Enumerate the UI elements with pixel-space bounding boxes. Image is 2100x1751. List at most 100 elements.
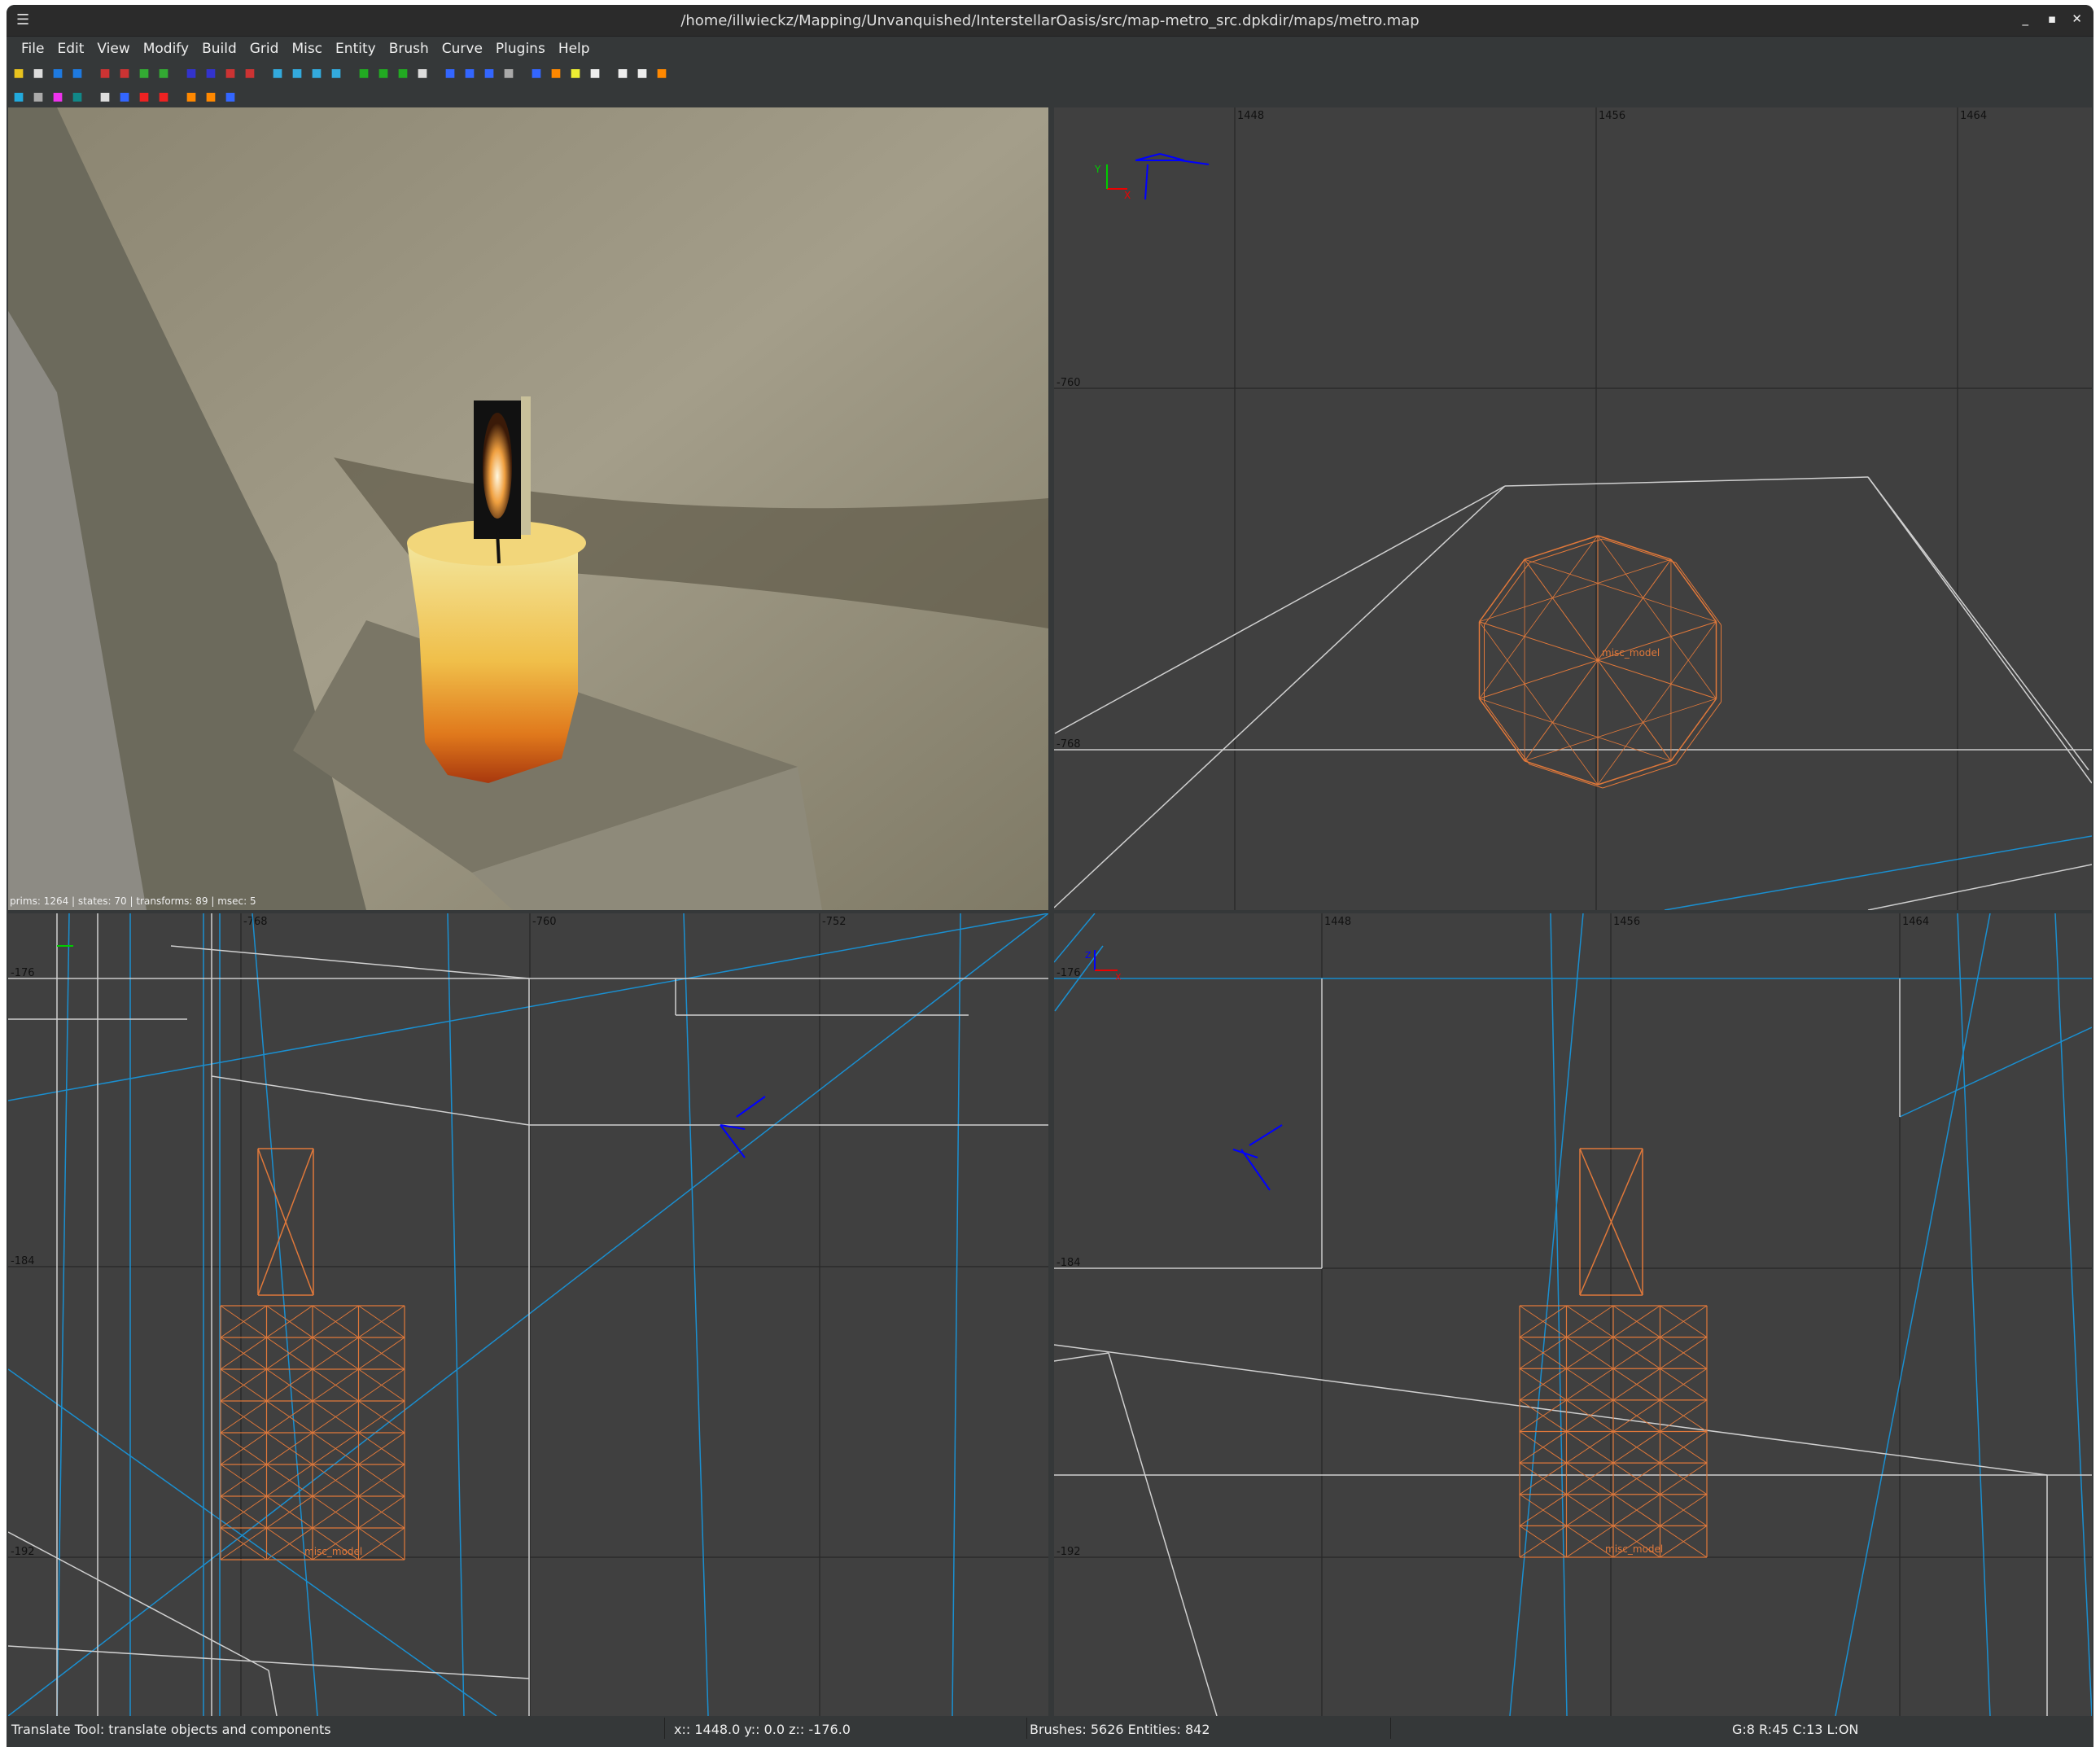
rotate-x-icon[interactable]: ■ <box>117 66 132 81</box>
patch-inspector-icon[interactable]: ■ <box>588 66 602 81</box>
surface-inspector-icon[interactable]: ■ <box>615 66 630 81</box>
texture-browser-icon[interactable]: ■ <box>635 66 650 81</box>
menu-curve[interactable]: Curve <box>435 41 489 57</box>
translate-icon[interactable]: ■ <box>443 66 457 81</box>
status-counts: Brushes: 5626 Entities: 842 <box>1030 1722 1210 1737</box>
menu-file[interactable]: File <box>15 41 50 57</box>
resize-icon[interactable]: ■ <box>501 66 516 81</box>
yz-side-drawing: -768 -760 -752 -176 -184 -192 misc_model <box>8 913 1048 1716</box>
rotate-z-icon[interactable]: ■ <box>203 66 218 81</box>
x-tick-label: 1456 <box>1613 916 1640 928</box>
region-icon[interactable]: ■ <box>223 90 238 104</box>
entity-list-icon[interactable]: ■ <box>117 90 132 104</box>
filter-icon[interactable]: ■ <box>11 90 26 104</box>
camera-marker-icon <box>1179 160 1210 165</box>
menu-view[interactable]: View <box>90 41 136 57</box>
brush-cone-icon[interactable]: ■ <box>376 66 391 81</box>
flip-x-icon[interactable]: ■ <box>98 66 112 81</box>
wire-edge <box>1675 701 1722 765</box>
csg-subtract-icon[interactable]: ■ <box>243 66 257 81</box>
camera-icon[interactable]: ■ <box>415 66 430 81</box>
menu-entity[interactable]: Entity <box>329 41 383 57</box>
close-icon[interactable]: ✕ <box>2072 11 2082 26</box>
wire-edge <box>1484 701 1530 765</box>
select-touching-icon[interactable]: ■ <box>290 66 304 81</box>
status-tool: Translate Tool: translate objects and co… <box>11 1722 331 1737</box>
menu-grid[interactable]: Grid <box>243 41 286 57</box>
camera-view-icon[interactable]: ■ <box>98 90 112 104</box>
brush-prism-icon[interactable]: ■ <box>357 66 371 81</box>
camera-scene <box>8 107 1048 910</box>
mirror-icon[interactable]: ■ <box>137 90 151 104</box>
diamond-icon[interactable]: ■ <box>156 90 171 104</box>
rotate-icon[interactable]: ■ <box>462 66 477 81</box>
wire-edge <box>1524 698 1717 762</box>
scale-icon[interactable]: ■ <box>482 66 497 81</box>
status-divider <box>1390 1718 1391 1739</box>
brush-sphere-icon[interactable]: ■ <box>396 66 410 81</box>
menu-build[interactable]: Build <box>195 41 243 57</box>
select-inside-icon[interactable]: ■ <box>270 66 285 81</box>
circle-icon[interactable]: ■ <box>31 90 46 104</box>
menu-modify[interactable]: Modify <box>137 41 195 57</box>
xz-front-drawing: 1448 1456 1464 -176 -184 -192 misc_model Z X <box>1054 913 2092 1716</box>
camera-viewport[interactable]: prims: 1264 | states: 70 | transforms: 8… <box>8 107 1048 910</box>
x-tick-label: 1464 <box>1960 110 1987 122</box>
menu-plugins[interactable]: Plugins <box>489 41 552 57</box>
csg-hollow-icon[interactable]: ■ <box>223 66 238 81</box>
brush-edge <box>170 945 530 979</box>
axis-label-x: X <box>1115 972 1122 983</box>
flip-z-icon[interactable]: ■ <box>184 66 199 81</box>
brush-edge <box>252 913 318 1716</box>
menu-misc[interactable]: Misc <box>285 41 329 57</box>
shader-icon[interactable]: ■ <box>50 90 65 104</box>
undo-icon[interactable]: ■ <box>50 66 65 81</box>
x-tick-label: 1464 <box>1902 916 1929 928</box>
status-coords: x:: 1448.0 y:: 0.0 z:: -176.0 <box>674 1722 851 1737</box>
flip-y-icon[interactable]: ■ <box>137 66 151 81</box>
minimize-icon[interactable]: _ <box>2023 11 2029 26</box>
wire-edge <box>1524 535 1599 560</box>
wire-edge <box>1670 698 1717 762</box>
clipper-icon[interactable]: ■ <box>529 66 544 81</box>
menu-brush[interactable]: Brush <box>383 41 435 57</box>
x-tick-label: -760 <box>532 916 557 928</box>
texture-lock-icon[interactable]: ■ <box>568 66 583 81</box>
brush-edge <box>8 913 1048 1716</box>
menu-edit[interactable]: Edit <box>50 41 90 57</box>
brush-edge <box>1957 913 1991 1716</box>
entity-icon[interactable]: ■ <box>549 66 563 81</box>
brush-edge <box>1054 1344 2048 1476</box>
redo-icon[interactable]: ■ <box>70 66 85 81</box>
y-tick-label: -176 <box>11 967 35 979</box>
tree-icon[interactable]: ■ <box>70 90 85 104</box>
yz-side-viewport[interactable]: -768 -760 -752 -176 -184 -192 misc_model <box>8 913 1048 1716</box>
refresh-icon[interactable]: ■ <box>654 66 669 81</box>
flame-icon <box>483 413 512 519</box>
toolbar-secondary: ■ ■ ■ ■ ■ ■ ■ ■ ■ ■ ■ <box>11 85 238 108</box>
xz-front-viewport[interactable]: 1448 1456 1464 -176 -184 -192 misc_model Z X <box>1054 913 2092 1716</box>
entity-label: misc_model <box>1605 1543 1663 1555</box>
save-icon[interactable]: ■ <box>31 66 46 81</box>
camera-marker-icon <box>1240 1149 1271 1191</box>
wire-edge <box>1597 558 1672 661</box>
select-complete-icon[interactable]: ■ <box>329 66 343 81</box>
maximize-icon[interactable]: ▪ <box>2048 11 2056 26</box>
menu-bar: File Edit View Modify Build Grid Misc Entity Bru… <box>7 36 2093 60</box>
curve-icon[interactable]: ■ <box>184 90 199 104</box>
brush-edge <box>1108 1352 1218 1716</box>
brush-edge <box>8 1368 497 1716</box>
menu-help[interactable]: Help <box>552 41 597 57</box>
arc-icon[interactable]: ■ <box>203 90 218 104</box>
brush-edge <box>1835 913 1991 1716</box>
wire-edge <box>1524 558 1717 623</box>
wire-edge <box>1479 698 1672 762</box>
select-partial-icon[interactable]: ■ <box>309 66 324 81</box>
wire-edge <box>1602 538 1677 563</box>
wire-edge <box>1478 558 1525 623</box>
rotate-y-icon[interactable]: ■ <box>156 66 171 81</box>
camera-marker-icon <box>1159 153 1185 161</box>
xy-top-viewport[interactable]: 1448 1456 1464 -760 -768 misc_model Y X <box>1054 107 2092 910</box>
y-tick-label: -760 <box>1057 377 1081 389</box>
open-icon[interactable]: ■ <box>11 66 26 81</box>
